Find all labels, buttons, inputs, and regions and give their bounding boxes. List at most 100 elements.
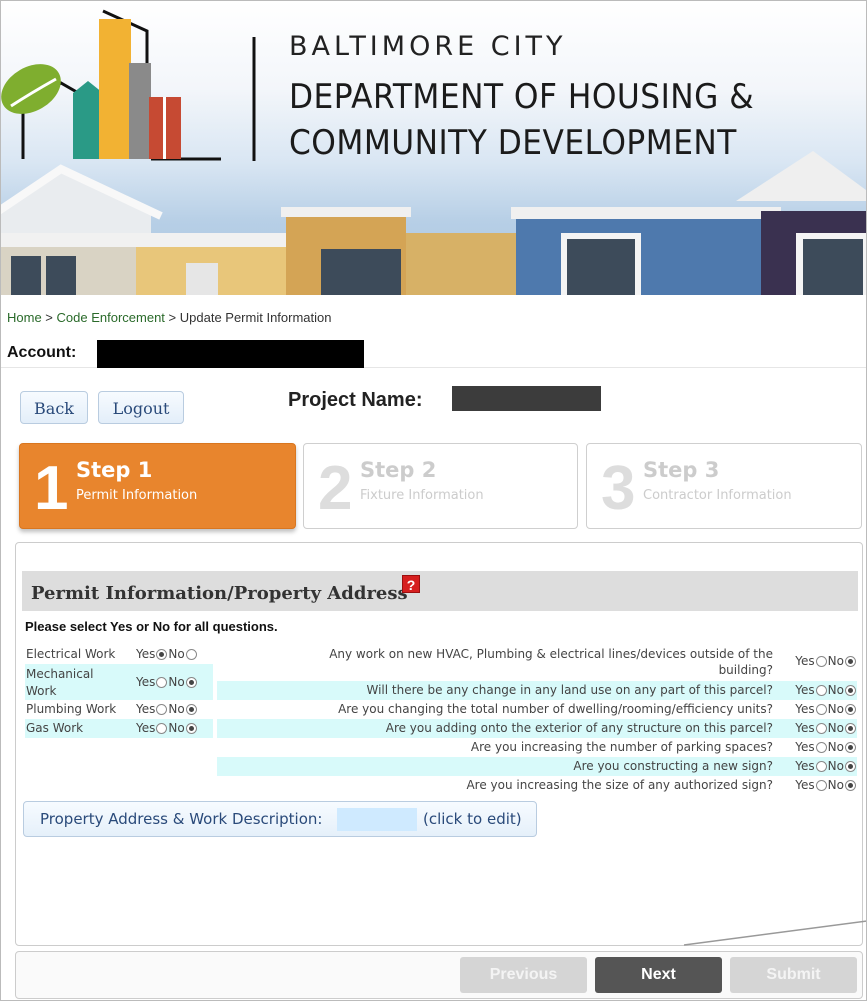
- no-label: No: [168, 702, 185, 716]
- section-title: Permit Information/Property Address: [31, 583, 408, 604]
- yes-no-group: Yes No: [136, 675, 198, 689]
- yes-radio[interactable]: [156, 649, 168, 660]
- no-radio[interactable]: [845, 742, 856, 753]
- question-text: Are you constructing a new sign?: [573, 759, 773, 773]
- org-name-line1: BALTIMORE CITY: [289, 31, 567, 62]
- no-radio[interactable]: [185, 704, 197, 715]
- yes-radio[interactable]: [815, 761, 827, 772]
- step-subtitle: Permit Information: [76, 488, 198, 503]
- no-radio[interactable]: [185, 649, 197, 660]
- yes-label: Yes: [136, 721, 156, 735]
- yes-radio[interactable]: [815, 780, 827, 791]
- no-label: No: [827, 759, 844, 773]
- question-row: Any work on new HVAC, Plumbing & electri…: [217, 645, 857, 681]
- step-1-tab[interactable]: 1 Step 1 Permit Information: [19, 443, 296, 529]
- property-address-value-redacted: [337, 808, 417, 831]
- step-3-tab[interactable]: 3 Step 3 Contractor Information: [586, 443, 862, 529]
- no-radio[interactable]: [845, 780, 856, 791]
- account-label: Account:: [7, 344, 77, 361]
- step-2-tab[interactable]: 2 Step 2 Fixture Information: [303, 443, 578, 529]
- work-type-label: Gas Work: [26, 721, 84, 735]
- no-label: No: [168, 647, 185, 661]
- permit-info-panel: Permit Information/Property Address ? Pl…: [15, 542, 863, 946]
- instructions-text: Please select Yes or No for all question…: [25, 619, 278, 634]
- help-icon[interactable]: ?: [402, 575, 420, 593]
- yes-label: Yes: [795, 683, 815, 697]
- no-label: No: [827, 654, 844, 668]
- project-name-label: Project Name:: [288, 389, 423, 411]
- yes-radio[interactable]: [156, 723, 168, 734]
- breadcrumb-code-enforcement-link[interactable]: Code Enforcement: [57, 310, 165, 325]
- yes-radio[interactable]: [815, 723, 827, 734]
- yes-label: Yes: [795, 702, 815, 716]
- no-radio[interactable]: [845, 656, 856, 667]
- step-title: Step 2: [360, 458, 437, 482]
- yes-no-group: Yes No: [795, 778, 857, 792]
- yes-radio[interactable]: [815, 685, 827, 696]
- step-title: Step 1: [76, 458, 153, 482]
- yes-radio[interactable]: [156, 704, 168, 715]
- yes-label: Yes: [136, 702, 156, 716]
- no-radio[interactable]: [845, 723, 856, 734]
- no-radio[interactable]: [845, 704, 856, 715]
- yes-no-group: Yes No: [795, 702, 857, 716]
- yes-radio[interactable]: [815, 704, 827, 715]
- breadcrumb-separator: >: [164, 310, 180, 325]
- yes-no-group: Yes No: [795, 683, 857, 697]
- step-number: 2: [318, 454, 353, 523]
- project-name-value-redacted: [452, 386, 601, 411]
- logout-button[interactable]: Logout: [98, 391, 184, 424]
- submit-button[interactable]: Submit: [730, 957, 857, 993]
- question-row: Are you constructing a new sign? Yes No: [217, 757, 857, 776]
- rowhouse-illustration: [1, 151, 866, 295]
- org-name-line3: COMMUNITY DEVELOPMENT: [289, 123, 737, 163]
- breadcrumb: Home > Code Enforcement > Update Permit …: [7, 310, 331, 325]
- question-text: Are you increasing the size of any autho…: [466, 778, 773, 792]
- yes-no-group: Yes No: [795, 721, 857, 735]
- work-type-row-mechanical: Mechanical Work Yes No: [25, 664, 213, 700]
- work-type-row-plumbing: Plumbing Work Yes No: [25, 700, 213, 719]
- question-row: Will there be any change in any land use…: [217, 681, 857, 700]
- yes-radio[interactable]: [815, 656, 827, 667]
- yes-label: Yes: [795, 721, 815, 735]
- previous-button[interactable]: Previous: [460, 957, 587, 993]
- logo-icon: [1, 9, 221, 161]
- yes-radio[interactable]: [815, 742, 827, 753]
- yes-label: Yes: [136, 647, 156, 661]
- next-button[interactable]: Next: [595, 957, 722, 993]
- yes-radio[interactable]: [156, 677, 168, 688]
- property-address-label: Property Address & Work Description:: [40, 810, 323, 828]
- step-number: 3: [601, 454, 636, 523]
- yes-label: Yes: [795, 759, 815, 773]
- work-type-row-electrical: Electrical Work Yes No: [25, 645, 213, 664]
- yes-label: Yes: [795, 654, 815, 668]
- section-header: Permit Information/Property Address ?: [22, 571, 858, 611]
- work-type-row-gas: Gas Work Yes No: [25, 719, 213, 738]
- property-address-button[interactable]: Property Address & Work Description: (cl…: [23, 801, 537, 837]
- no-radio[interactable]: [185, 723, 197, 734]
- question-text: Will there be any change in any land use…: [366, 683, 773, 697]
- question-row: Are you changing the total number of dwe…: [217, 700, 857, 719]
- question-text: Are you changing the total number of dwe…: [338, 702, 773, 716]
- no-label: No: [827, 721, 844, 735]
- account-row: Account:: [1, 339, 866, 368]
- no-label: No: [168, 675, 185, 689]
- no-label: No: [827, 778, 844, 792]
- breadcrumb-home-link[interactable]: Home: [7, 310, 42, 325]
- question-row: Are you increasing the number of parking…: [217, 738, 857, 757]
- question-row: Are you increasing the size of any autho…: [217, 776, 857, 795]
- no-label: No: [827, 683, 844, 697]
- no-radio[interactable]: [845, 761, 856, 772]
- step-subtitle: Fixture Information: [360, 488, 484, 503]
- step-subtitle: Contractor Information: [643, 488, 792, 503]
- breadcrumb-current: Update Permit Information: [179, 310, 332, 325]
- question-text-line1: Any work on new HVAC, Plumbing & electri…: [329, 647, 773, 661]
- no-radio[interactable]: [845, 685, 856, 696]
- work-type-label: Plumbing Work: [26, 702, 117, 716]
- question-text-line2: building?: [718, 663, 773, 677]
- yes-no-group: Yes No: [795, 740, 857, 754]
- yes-no-group: Yes No: [136, 702, 198, 716]
- yes-label: Yes: [795, 740, 815, 754]
- back-button[interactable]: Back: [20, 391, 88, 424]
- no-radio[interactable]: [185, 677, 197, 688]
